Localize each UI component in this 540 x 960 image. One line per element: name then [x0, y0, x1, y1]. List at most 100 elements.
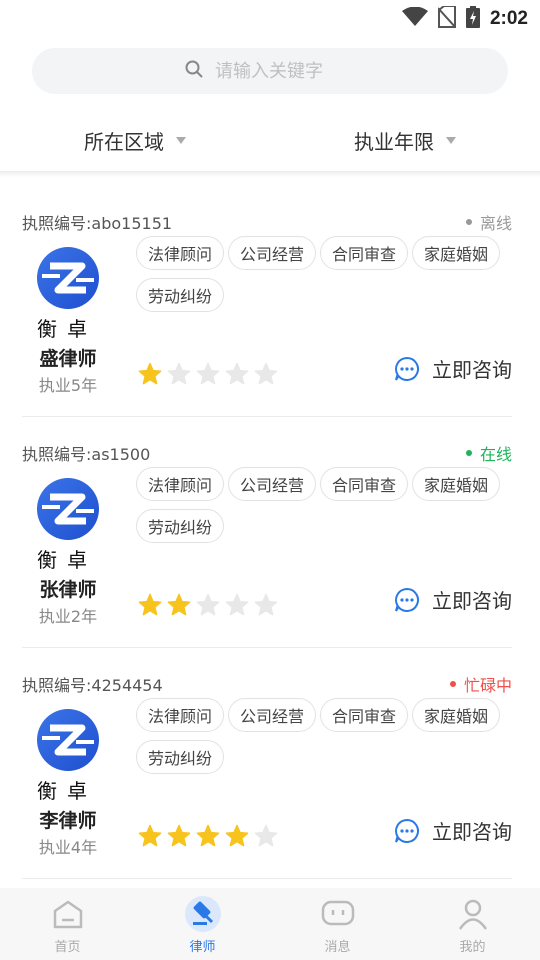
license-number: 执照编号:4254454 — [22, 676, 163, 695]
filter-years[interactable]: 执业年限 — [270, 108, 540, 172]
star-filled-icon — [138, 593, 162, 616]
specialty-tag: 合同审查 — [320, 236, 409, 270]
firm-logo-text: 衡卓 — [37, 317, 97, 341]
specialty-tag: 合同审查 — [320, 467, 409, 501]
specialty-tag: 法律顾问 — [136, 467, 225, 501]
gavel-icon — [183, 894, 223, 934]
status-badge: 在线 — [465, 441, 512, 465]
filter-bar: 所在区域 执业年限 — [0, 108, 540, 172]
star-filled-icon — [225, 824, 249, 847]
rating-stars — [138, 593, 278, 617]
consult-button[interactable]: 立即咨询 — [394, 816, 512, 845]
avatar: 衡卓 — [34, 708, 104, 803]
status-bar: 2:02 — [0, 0, 540, 36]
status-dot — [465, 450, 472, 456]
status-time: 2:02 — [489, 8, 528, 29]
lawyer-card[interactable]: 执照编号:as1500 在线 衡卓 张律师 执业2年 法律顾问 公司经营 合同审查家… — [22, 431, 512, 662]
filter-label: 所在区域 — [84, 129, 164, 154]
status-badge: 忙碌中 — [449, 672, 512, 696]
specialty-tag: 公司经营 — [228, 236, 317, 270]
specialty-tag: 劳动纠纷 — [136, 278, 225, 312]
star-filled-icon — [196, 824, 220, 847]
license-number: 执照编号:abo15151 — [22, 214, 173, 233]
specialty-tag: 合同审查 — [320, 698, 409, 732]
firm-logo-text: 衡卓 — [37, 548, 97, 572]
status-badge: 离线 — [465, 210, 512, 234]
caret-down-icon — [176, 136, 186, 144]
practice-years: 执业4年 — [38, 838, 98, 857]
star-empty-icon — [254, 362, 278, 385]
specialty-tag: 公司经营 — [228, 467, 317, 501]
firm-logo-icon — [37, 709, 99, 771]
specialty-tag: 家庭婚姻 — [412, 467, 501, 501]
specialty-tags: 法律顾问 公司经营 合同审查 家庭婚姻劳动纠纷 — [136, 236, 516, 312]
star-filled-icon — [167, 593, 191, 616]
practice-years: 执业5年 — [38, 376, 98, 395]
search-bar[interactable] — [32, 48, 508, 94]
lawyer-card[interactable]: 执照编号:abo15151 离线 衡卓 盛律师 执业5年 法律顾问 公司经营 合同审… — [22, 200, 512, 431]
specialty-tags: 法律顾问 公司经营 合同审查 家庭婚姻劳动纠纷 — [136, 698, 516, 774]
specialty-tag: 家庭婚姻 — [412, 698, 501, 732]
consult-button[interactable]: 立即咨询 — [394, 585, 512, 614]
divider — [22, 416, 512, 417]
specialty-tag: 公司经营 — [228, 698, 317, 732]
lawyer-name: 张律师 — [39, 579, 97, 601]
nav-home[interactable]: 首页 — [0, 888, 135, 960]
nav-label: 首页 — [54, 939, 81, 955]
no-sim-icon — [437, 5, 457, 32]
lawyer-card[interactable]: 执照编号:4254454 忙碌中 衡卓 李律师 执业4年 法律顾问 公司经营 合同审… — [22, 662, 512, 893]
rating-stars — [138, 362, 278, 386]
star-empty-icon — [225, 593, 249, 616]
specialty-tag: 法律顾问 — [136, 698, 225, 732]
star-empty-icon — [196, 593, 220, 616]
wifi-icon — [401, 6, 428, 31]
firm-logo-text: 衡卓 — [37, 779, 97, 803]
divider — [0, 171, 540, 177]
nav-label: 律师 — [189, 939, 216, 955]
star-empty-icon — [167, 362, 191, 385]
bottom-nav: 首页 律师 消息 我的 — [0, 888, 540, 960]
chat-bubble-icon — [395, 356, 419, 381]
search-icon — [185, 60, 215, 82]
specialty-tags: 法律顾问 公司经营 合同审查 家庭婚姻劳动纠纷 — [136, 467, 516, 543]
caret-down-icon — [446, 136, 456, 144]
star-empty-icon — [225, 362, 249, 385]
license-number: 执照编号:as1500 — [22, 445, 151, 464]
search-input[interactable] — [215, 60, 355, 82]
filter-label: 执业年限 — [354, 129, 434, 154]
lawyer-name: 盛律师 — [39, 348, 97, 370]
consult-button[interactable]: 立即咨询 — [394, 354, 512, 383]
home-icon — [48, 894, 88, 934]
specialty-tag: 劳动纠纷 — [136, 740, 225, 774]
specialty-tag: 法律顾问 — [136, 236, 225, 270]
avatar: 衡卓 — [34, 246, 104, 341]
specialty-tag: 劳动纠纷 — [136, 509, 225, 543]
status-dot — [465, 219, 472, 225]
star-filled-icon — [167, 824, 191, 847]
chat-bubble-icon — [395, 818, 419, 843]
nav-label: 消息 — [324, 939, 351, 955]
chat-bubble-icon — [395, 587, 419, 612]
lawyer-name: 李律师 — [39, 810, 97, 832]
avatar: 衡卓 — [34, 477, 104, 572]
rating-stars — [138, 824, 278, 848]
star-empty-icon — [254, 593, 278, 616]
practice-years: 执业2年 — [38, 607, 98, 626]
user-icon — [453, 894, 493, 934]
star-empty-icon — [196, 362, 220, 385]
status-dot — [449, 681, 456, 687]
nav-label: 我的 — [459, 939, 486, 955]
firm-logo-icon — [37, 478, 99, 540]
nav-mine[interactable]: 我的 — [405, 888, 540, 960]
filter-region[interactable]: 所在区域 — [0, 108, 270, 172]
nav-lawyers[interactable]: 律师 — [135, 888, 270, 960]
firm-logo-icon — [37, 247, 99, 309]
specialty-tag: 家庭婚姻 — [412, 236, 501, 270]
star-empty-icon — [254, 824, 278, 847]
star-filled-icon — [138, 824, 162, 847]
divider — [22, 647, 512, 648]
battery-charging-icon — [465, 6, 480, 32]
nav-messages[interactable]: 消息 — [270, 888, 405, 960]
star-filled-icon — [138, 362, 162, 385]
message-icon — [318, 894, 358, 934]
